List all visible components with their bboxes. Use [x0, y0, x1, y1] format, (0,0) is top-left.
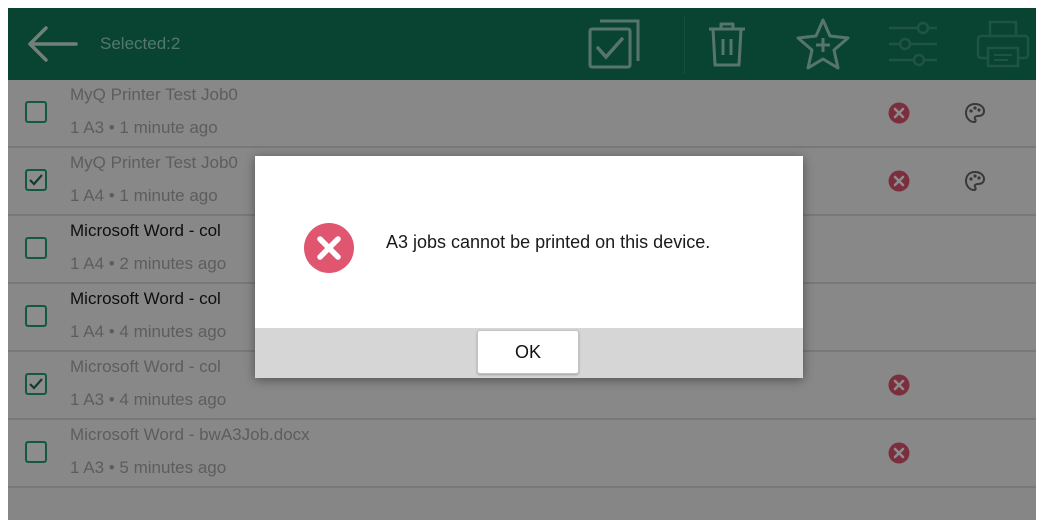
error-dialog: A3 jobs cannot be printed on this device… — [255, 156, 803, 378]
app-frame: Selected:2 MyQ Printer Test Job0 1 A3 • … — [8, 8, 1036, 520]
dialog-body: A3 jobs cannot be printed on this device… — [255, 156, 803, 328]
dialog-message: A3 jobs cannot be printed on this device… — [386, 232, 711, 252]
ok-button[interactable]: OK — [477, 330, 579, 374]
error-x-icon — [303, 222, 355, 274]
